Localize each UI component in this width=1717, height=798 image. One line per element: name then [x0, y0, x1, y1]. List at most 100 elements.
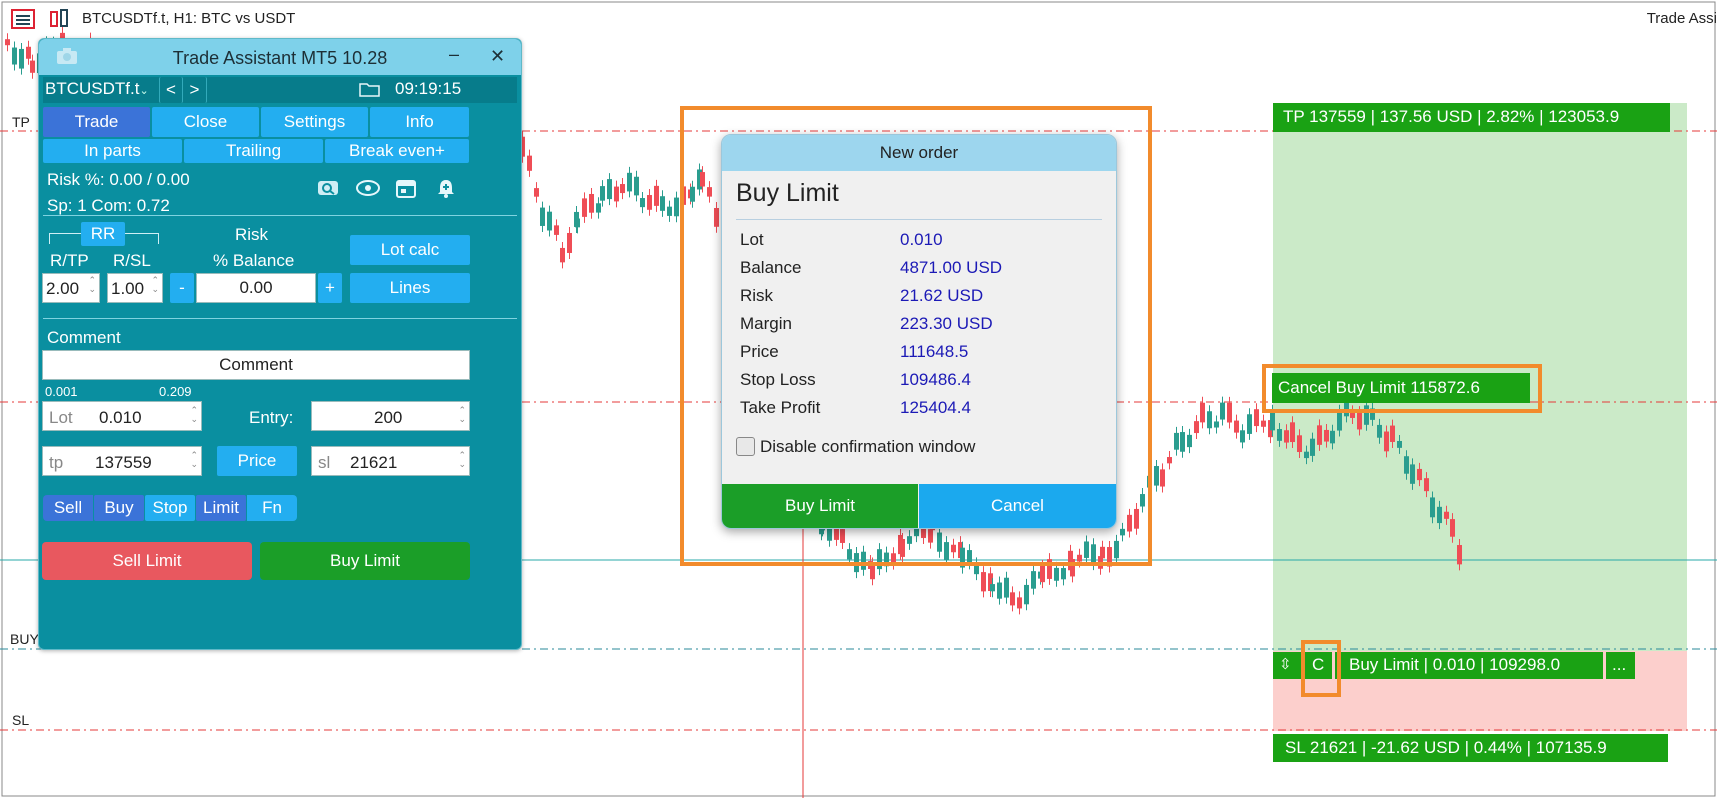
candle-body [990, 584, 995, 592]
candle-body [1031, 571, 1036, 589]
candle-body [1384, 431, 1389, 452]
calendar-icon[interactable] [395, 177, 417, 204]
candle-body [1154, 466, 1159, 486]
lines-button[interactable]: Lines [350, 273, 470, 303]
next-symbol-button[interactable]: > [183, 77, 207, 103]
panel-titlebar[interactable]: Trade Assistant MT5 10.28 – ✕ [39, 39, 521, 75]
risk-input[interactable]: 0.00 [196, 273, 316, 303]
candle-body [1174, 432, 1179, 450]
candle-body [1017, 597, 1022, 609]
tab-close[interactable]: Close [152, 107, 259, 137]
subtab-break-even[interactable]: Break even+ [325, 139, 469, 163]
candle-body [1417, 468, 1422, 481]
eye-icon[interactable] [355, 179, 381, 202]
entry-input[interactable]: 200 ⌃ ⌄ [311, 401, 470, 431]
dialog-row-label: Stop Loss [740, 370, 816, 389]
candle-body [567, 232, 572, 253]
folder-icon[interactable] [357, 79, 383, 104]
dialog-cancel-button[interactable]: Cancel [919, 484, 1116, 528]
spin-icon[interactable]: ⌃ ⌄ [190, 451, 198, 469]
spin-icon[interactable]: ⌃ ⌄ [458, 406, 466, 424]
candle-body [640, 198, 645, 208]
move-order-handle[interactable]: ⇳ [1273, 652, 1301, 679]
tab-trade[interactable]: Trade [43, 107, 150, 137]
candle-body [589, 193, 594, 213]
tp-input[interactable]: tp 137559 ⌃ ⌄ [42, 446, 202, 476]
lot-max: 0.209 [159, 384, 192, 399]
close-button[interactable]: ✕ [490, 46, 505, 67]
dialog-row-label: Take Profit [740, 398, 821, 417]
candle-body [1410, 464, 1415, 484]
tab-settings[interactable]: Settings [261, 107, 368, 137]
buy-limit-button[interactable]: Buy Limit [260, 542, 470, 580]
candle-body [534, 188, 539, 197]
subtab-trailing[interactable]: Trailing [184, 139, 323, 163]
chart-type-icon[interactable] [48, 8, 70, 28]
sell-limit-button[interactable]: Sell Limit [42, 542, 252, 580]
candle-body [1220, 402, 1225, 420]
order-line-tag[interactable]: Buy Limit | 0.010 | 109298.0 [1335, 652, 1603, 679]
trade-assistant-panel: Trade Assistant MT5 10.28 – ✕ BTCUSDTf.t… [38, 38, 522, 650]
search-icon[interactable] [317, 179, 339, 202]
candle-body [1180, 432, 1185, 452]
tp-tag[interactable]: TP 137559 | 137.56 USD | 2.82% | 123053.… [1273, 103, 1670, 132]
spin-icon[interactable]: ⌃ ⌄ [151, 276, 159, 294]
type-limit-button[interactable]: Limit [196, 495, 246, 521]
rsl-input[interactable]: 1.00 ⌃ ⌄ [107, 273, 163, 303]
candle-body [1254, 409, 1259, 427]
highlight-c [1301, 640, 1341, 697]
tab-info[interactable]: Info [370, 107, 469, 137]
divider [43, 215, 517, 216]
candle-body [1437, 506, 1442, 524]
candle-body [1297, 435, 1302, 453]
candle-body [1277, 429, 1282, 441]
move-icon: ⇳ [1279, 656, 1292, 673]
rtp-input[interactable]: 2.00 ⌃ ⌄ [42, 273, 100, 303]
risk-increase-button[interactable]: + [318, 273, 342, 303]
sl-tag[interactable]: SL 21621 | -21.62 USD | 0.44% | 107135.9 [1273, 734, 1668, 762]
candle-body [596, 203, 601, 213]
price-button[interactable]: Price [217, 446, 297, 476]
sl-input[interactable]: sl 21621 ⌃ ⌄ [311, 446, 470, 476]
dialog-row-value: 0.010 [900, 230, 943, 249]
confirm-buy-limit-button[interactable]: Buy Limit [722, 484, 918, 528]
candle-body [647, 195, 652, 210]
candle-body [26, 46, 31, 59]
rsl-value: 1.00 [111, 279, 145, 298]
prev-symbol-button[interactable]: < [159, 77, 183, 103]
type-fn-button[interactable]: Fn [247, 495, 297, 521]
candle-body [981, 572, 986, 592]
symbol-select[interactable]: BTCUSDTf.t⌄ [45, 79, 149, 99]
order-more-button[interactable]: ... [1606, 652, 1635, 679]
highlight-cancel [1262, 364, 1542, 413]
menu-icon[interactable] [10, 8, 35, 29]
candle-body [1290, 422, 1295, 443]
type-stop-button[interactable]: Stop [145, 495, 195, 521]
candle-body [1010, 592, 1015, 606]
risk-decrease-button[interactable]: - [170, 273, 194, 303]
candle-body [1167, 457, 1172, 464]
risk-info: Risk %: 0.00 / 0.00 [47, 170, 190, 189]
spin-icon[interactable]: ⌃ ⌄ [190, 406, 198, 424]
disable-confirmation-checkbox[interactable] [736, 437, 755, 456]
comment-input[interactable]: Comment [42, 350, 470, 380]
candle-body [1444, 511, 1449, 519]
spin-icon[interactable]: ⌃ ⌄ [458, 451, 466, 469]
entry-label: Entry: [249, 408, 294, 427]
lot-min: 0.001 [45, 384, 78, 399]
rr-toggle-button[interactable]: RR [81, 222, 125, 246]
spin-icon[interactable]: ⌃ ⌄ [88, 276, 96, 294]
type-buy-button[interactable]: Buy [94, 495, 144, 521]
candle-body [620, 184, 625, 194]
minimize-button[interactable]: – [449, 44, 459, 65]
bell-add-icon[interactable] [435, 177, 457, 204]
dialog-title[interactable]: New order [722, 135, 1116, 171]
tp-tag-text: TP 137559 | 137.56 USD | 2.82% | 123053.… [1283, 107, 1620, 126]
lot-input[interactable]: Lot 0.010 ⌃ ⌄ [42, 401, 202, 431]
lot-calc-button[interactable]: Lot calc [350, 235, 470, 265]
candle-body [1061, 568, 1066, 580]
subtab-in-parts[interactable]: In parts [43, 139, 182, 163]
indicator-title: Trade Assi [1646, 10, 1717, 27]
type-sell-button[interactable]: Sell [43, 495, 93, 521]
chart-header: BTCUSDTf.t, H1: BTC vs USDT Trade Assi [0, 0, 1717, 34]
